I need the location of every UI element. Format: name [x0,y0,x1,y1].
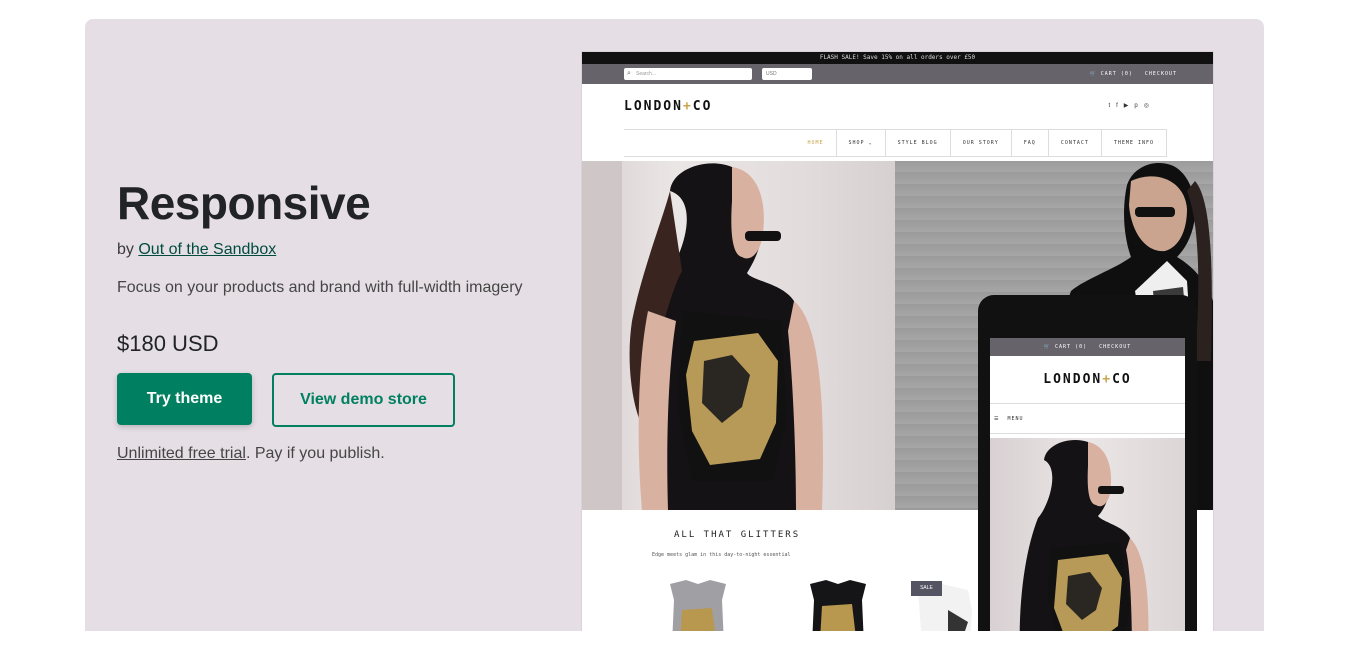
currency-value: USD [766,71,777,77]
nav-shop: SHOP ⌄ [835,129,885,157]
twitter-icon: t [1108,103,1117,109]
logo-plus: + [682,99,693,114]
checkout-label: CHECKOUT [1144,71,1177,77]
mobile-logo: LONDON+CO [990,356,1185,404]
nav-style-blog: STYLE BLOG [884,129,950,157]
trial-note: Unlimited free trial. Pay if you publish… [117,445,557,463]
mobile-topbar: 🛒 CART (0) CHECKOUT [990,338,1185,356]
author-link[interactable]: Out of the Sandbox [138,241,276,258]
nav-contact: CONTACT [1047,129,1101,157]
theme-actions: Try theme View demo store [117,373,557,427]
mobile-cart-label: CART (0) [1055,344,1088,350]
preview-header: LONDON+CO tf▶p◎ HOME SHOP ⌄ STYLE BLOG O… [582,84,1213,161]
mobile-logo-right: CO [1112,372,1132,387]
preview-search-input: ⌕ Search... [624,68,752,80]
store-logo: LONDON+CO [624,99,712,114]
theme-title: Responsive [117,177,371,229]
currency-select: USD [762,68,812,80]
search-placeholder: Search... [636,71,657,77]
nav-theme-info: THEME INFO [1100,129,1167,157]
section-title: ALL THAT GLITTERS [674,530,801,540]
try-theme-button[interactable]: Try theme [117,373,252,425]
mobile-checkout-label: CHECKOUT [1099,344,1132,350]
mobile-menu-label: MENU [1007,416,1024,422]
search-icon: ⌕ [627,70,631,77]
mobile-logo-left: LONDON [1043,372,1103,387]
flash-sale-banner: FLASH SALE! Save 15% on all orders over … [582,52,1213,64]
logo-left: LONDON [624,99,683,114]
nav-our-story: OUR STORY [949,129,1011,157]
section-subtitle: Edge meets glam in this day-to-night ess… [652,552,791,558]
logo-right: CO [692,99,713,114]
cart-icon: 🛒 [1089,71,1097,77]
free-trial-link[interactable]: Unlimited free trial [117,445,246,462]
instagram-icon: ◎ [1143,103,1155,109]
youtube-icon: ▶ [1123,103,1135,109]
mobile-hero-photo [990,438,1185,645]
mobile-screen: 🛒 CART (0) CHECKOUT LONDON+CO ☰ MENU [990,338,1185,645]
theme-description: Focus on your products and brand with fu… [117,279,523,296]
preview-cart: 🛒 CART (0) CHECKOUT [1090,64,1177,84]
preview-nav: HOME SHOP ⌄ STYLE BLOG OUR STORY FAQ CON… [624,129,1167,157]
mobile-cart-icon: 🛒 [1043,344,1051,350]
chevron-down-icon: ⌄ [868,139,873,146]
sale-badge: SALE [911,581,942,596]
nav-home: HOME [807,139,824,146]
hamburger-icon: ☰ [994,416,1000,422]
preview-topbar: ⌕ Search... USD 🛒 CART (0) CHECKOUT [582,64,1213,84]
bottom-strip [85,631,1264,645]
by-prefix: by [117,241,139,258]
mobile-menu-bar: ☰ MENU [990,404,1185,434]
nav-shop-label: SHOP [848,139,865,146]
theme-hero: Responsive by Out of the Sandbox Focus o… [85,19,1264,645]
theme-price: $180 USD [117,331,219,356]
mobile-preview: 🛒 CART (0) CHECKOUT LONDON+CO ☰ MENU [978,295,1197,645]
view-demo-button[interactable]: View demo store [272,373,455,427]
trial-note-text: . Pay if you publish. [245,445,385,462]
facebook-icon: f [1116,103,1124,109]
social-icons: tf▶p◎ [1108,102,1155,109]
nav-faq: FAQ [1010,129,1048,157]
cart-label: CART (0) [1100,71,1133,77]
pinterest-icon: p [1134,103,1144,109]
mobile-logo-plus: + [1102,372,1113,387]
hero-photo-left [582,161,895,510]
theme-byline: by Out of the Sandbox [117,241,557,259]
theme-info: Responsive by Out of the Sandbox Focus o… [117,177,557,463]
